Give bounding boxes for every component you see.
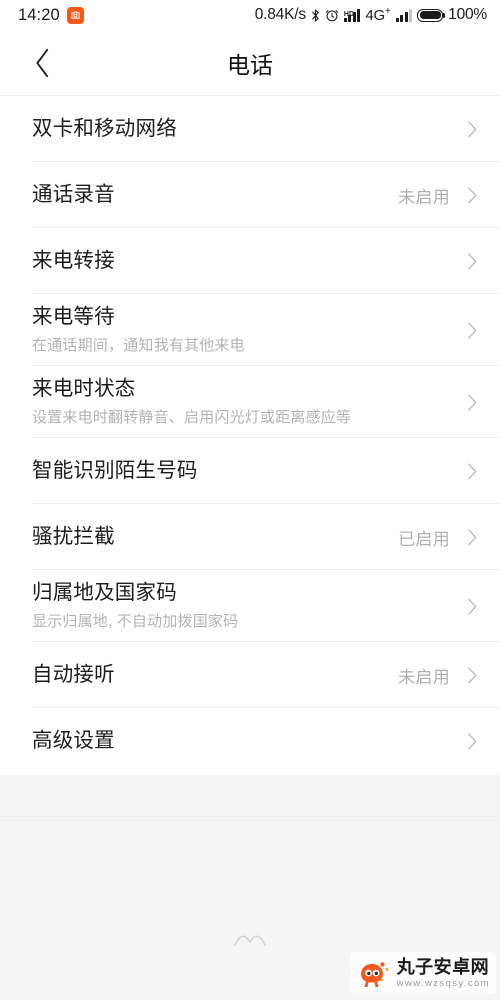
watermark-site-name: 丸子安卓网 <box>396 956 490 977</box>
list-item-title: 高级设置 <box>32 729 115 753</box>
list-item-title: 归属地及国家码 <box>32 581 177 605</box>
battery-icon <box>417 8 446 22</box>
list-item-texts: 骚扰拦截 <box>32 519 388 555</box>
list-item-texts: 通话录音 <box>32 177 388 213</box>
chevron-right-icon <box>466 251 478 271</box>
list-item[interactable]: 双卡和移动网络 <box>0 96 500 162</box>
chevron-right-icon <box>466 527 478 547</box>
list-item-texts: 智能识别陌生号码 <box>32 453 440 489</box>
chevron-right-icon <box>466 185 478 205</box>
chevron-right-icon <box>466 461 478 481</box>
bluetooth-icon <box>311 8 320 23</box>
list-item[interactable]: 来电等待 在通话期间，通知我有其他来电 <box>0 294 500 366</box>
list-item-title: 来电等待 <box>32 305 115 329</box>
watermark-texts: 丸子安卓网 www.wzsqsy.com <box>397 958 490 989</box>
orange-app-icon <box>66 6 84 24</box>
list-item-title: 骚扰拦截 <box>32 525 115 549</box>
list-item[interactable]: 骚扰拦截 已启用 <box>0 504 500 570</box>
page-title: 电话 <box>227 51 273 78</box>
list-item-title: 通话录音 <box>32 183 115 207</box>
signal-bars-secondary-icon <box>395 8 413 22</box>
list-item-texts: 来电等待 在通话期间，通知我有其他来电 <box>32 299 440 360</box>
page-header: 电话 <box>0 30 500 96</box>
battery-percent-text: 100% <box>448 6 487 23</box>
list-item[interactable]: 智能识别陌生号码 <box>0 438 500 504</box>
chevron-right-icon <box>466 596 478 616</box>
list-item-title: 自动接听 <box>32 663 115 687</box>
list-item[interactable]: 来电转接 <box>0 228 500 294</box>
site-watermark: 丸子安卓网 www.wzsqsy.com <box>349 952 496 994</box>
list-item[interactable]: 来电时状态 设置来电时翻转静音、启用闪光灯或距离感应等 <box>0 366 500 438</box>
status-time: 14:20 <box>18 5 60 24</box>
chevron-right-icon <box>466 119 478 139</box>
list-item-title: 来电转接 <box>32 249 115 273</box>
chevron-right-icon <box>466 731 478 751</box>
chevron-right-icon <box>466 320 478 340</box>
list-item-texts: 归属地及国家码 显示归属地, 不自动加拨国家码 <box>32 575 440 636</box>
list-item[interactable]: 高级设置 <box>0 708 500 774</box>
network-type-label: 4G+ <box>365 6 391 24</box>
home-gesture-arc-icon[interactable] <box>233 933 267 952</box>
status-bar-left: 14:20 <box>18 6 84 25</box>
watermark-site-url: www.wzsqsy.com <box>396 977 490 989</box>
hd-signal-icon: HD <box>343 8 361 22</box>
alarm-clock-icon <box>325 8 339 22</box>
list-item[interactable]: 归属地及国家码 显示归属地, 不自动加拨国家码 <box>0 570 500 642</box>
network-speed-text: 0.84K/s <box>254 6 306 23</box>
list-item-title: 智能识别陌生号码 <box>32 459 198 483</box>
list-item-texts: 自动接听 <box>32 657 388 693</box>
list-item-texts: 高级设置 <box>32 723 440 759</box>
list-item-texts: 双卡和移动网络 <box>32 111 440 147</box>
chevron-right-icon <box>466 665 478 685</box>
list-item-value: 未启用 <box>398 667 450 687</box>
list-item-title: 来电时状态 <box>32 377 136 401</box>
back-chevron-icon <box>35 48 48 77</box>
list-item-subtitle: 在通话期间，通知我有其他来电 <box>32 336 245 354</box>
status-bar: 14:20 0.84K/s HD 4G+ 100% <box>0 0 500 30</box>
settings-list: 双卡和移动网络 通话录音 未启用 来电转接 来电等待 在通话期间，通知我有其他来… <box>0 96 500 775</box>
list-item-texts: 来电转接 <box>32 243 440 279</box>
list-item-subtitle: 显示归属地, 不自动加拨国家码 <box>32 612 239 630</box>
list-item[interactable]: 自动接听 未启用 <box>0 642 500 708</box>
list-item-value: 已启用 <box>398 529 450 549</box>
list-item-subtitle: 设置来电时翻转静音、启用闪光灯或距离感应等 <box>32 408 352 426</box>
list-item[interactable]: 通话录音 未启用 <box>0 162 500 228</box>
back-button[interactable] <box>14 35 70 91</box>
status-bar-right: 0.84K/s HD 4G+ 100% <box>255 6 487 24</box>
chevron-right-icon <box>466 392 478 412</box>
list-item-texts: 来电时状态 设置来电时翻转静音、启用闪光灯或距离感应等 <box>32 371 440 432</box>
list-item-title: 双卡和移动网络 <box>32 117 177 141</box>
wanzi-mascot-logo <box>360 962 389 987</box>
hd-label: HD <box>343 10 355 18</box>
list-item-value: 未启用 <box>398 187 450 207</box>
